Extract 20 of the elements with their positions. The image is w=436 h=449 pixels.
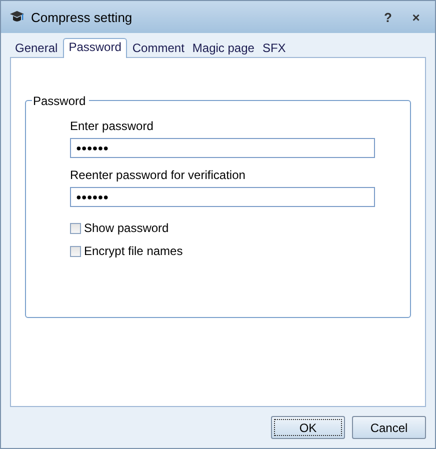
tab[interactable]: Comment	[129, 40, 188, 57]
checkbox-label: Show password	[84, 221, 169, 235]
group-title: Password	[32, 94, 89, 108]
mortarboard-icon	[9, 10, 25, 24]
help-button[interactable]: ?	[377, 10, 399, 24]
field-label: Reenter password for verification	[70, 168, 246, 182]
tab[interactable]: Password	[62, 38, 128, 58]
tab[interactable]: SFX	[259, 40, 289, 57]
close-button[interactable]: ×	[405, 10, 427, 24]
field-label: Enter password	[70, 119, 154, 133]
password-field[interactable]: ●●●●●●	[70, 138, 375, 158]
ok-button[interactable]: OK	[271, 416, 345, 439]
checkbox[interactable]	[70, 246, 81, 256]
cancel-button[interactable]: Cancel	[352, 416, 426, 439]
tab[interactable]: Magic page	[189, 40, 258, 57]
checkbox[interactable]	[70, 222, 81, 234]
checkbox-label: Encrypt file names	[84, 244, 183, 258]
password-field[interactable]: ●●●●●●	[70, 187, 375, 207]
window-title: Compress setting	[31, 10, 134, 24]
tab[interactable]: General	[12, 40, 61, 57]
